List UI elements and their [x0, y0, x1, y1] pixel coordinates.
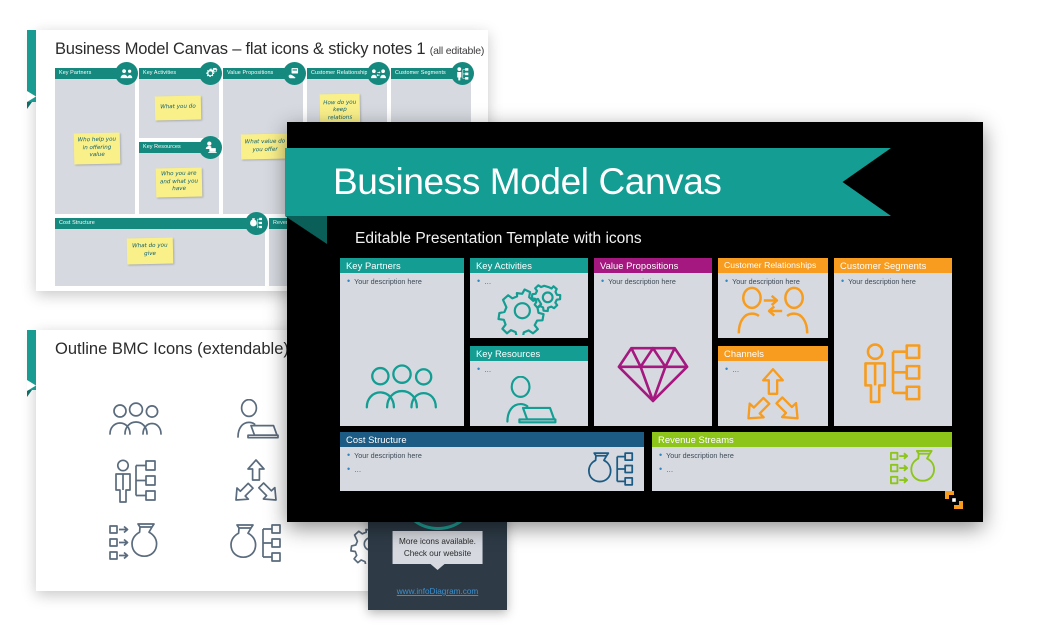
card-value-propositions[interactable]: Value Propositions • Your description her…: [594, 258, 712, 426]
person-org-icon: [834, 342, 952, 404]
more-icons-tooltip: More icons available. Check our website: [392, 531, 483, 564]
card-header: Revenue Streams: [652, 432, 952, 447]
bullet-item: • Your description here: [841, 277, 947, 287]
money-bag-org-icon: [245, 212, 268, 235]
banner-fold-shadow: [285, 216, 327, 244]
diamond-icon: [594, 342, 712, 404]
bullet-dot: •: [841, 276, 845, 286]
group-people-icon: [340, 364, 464, 410]
card-bullets: • Your description here: [601, 277, 707, 291]
card-header: Value Propositions: [594, 258, 712, 273]
bmc-dark-grid: Key Partners • Your description here Key …: [340, 258, 972, 491]
card-customer-relationships[interactable]: Customer Relationships • Your description…: [718, 258, 828, 338]
dark-slide-subtitle: Editable Presentation Template with icon…: [355, 230, 642, 247]
card-header: Customer Relationships: [718, 258, 828, 273]
bullet-item: • Your description here: [347, 277, 459, 287]
presentation-canvas: Business Model Canvas – flat icons & sti…: [0, 0, 1041, 631]
dark-slide-title: Business Model Canvas: [333, 161, 722, 202]
bullet-text: Your description here: [848, 277, 916, 286]
bullet-item: •…: [477, 365, 583, 375]
bullet-text: …: [354, 465, 362, 474]
slide-dark-bmc[interactable]: Business Model Canvas Editable Presentat…: [285, 122, 983, 522]
title-banner: Business Model Canvas: [285, 148, 891, 216]
tooltip-line-1: More icons available.: [399, 537, 476, 546]
money-flow-icon: [890, 450, 940, 487]
bullet-text: …: [666, 465, 674, 474]
bullet-text: Your description here: [354, 277, 422, 286]
sticky-note[interactable]: What you do: [154, 95, 202, 121]
card-header: Customer Segments: [834, 258, 952, 273]
card-bullets: • Your description here: [347, 277, 459, 291]
bullet-dot: •: [659, 450, 663, 460]
bullet-text: Your description here: [354, 451, 422, 460]
card-header: Cost Structure: [340, 432, 644, 447]
bullet-dot: •: [659, 464, 663, 474]
group-people-icon: [115, 62, 138, 85]
bullet-dot: •: [347, 276, 351, 286]
bullet-dot: •: [601, 276, 605, 286]
bullet-dot: •: [347, 464, 351, 474]
website-link[interactable]: www.infoDiagram.com: [368, 587, 507, 596]
bmc-box-label: Cost Structure: [55, 218, 265, 229]
card-customer-segments[interactable]: Customer Segments • Your description here: [834, 258, 952, 426]
card-header: Key Activities: [470, 258, 588, 273]
bullet-text: Your description here: [666, 451, 734, 460]
slide-flat-title-text: Business Model Canvas – flat icons & sti…: [55, 40, 426, 58]
card-cost-structure[interactable]: Cost Structure • Your description here •…: [340, 432, 644, 491]
tooltip-line-2: Check our website: [403, 548, 472, 558]
card-key-partners[interactable]: Key Partners • Your description here: [340, 258, 464, 426]
person-laptop-icon: [199, 136, 222, 159]
sticky-note[interactable]: Who help you in offering value: [73, 132, 121, 165]
gears-icon: [470, 284, 588, 335]
card-header: Channels: [718, 346, 828, 361]
two-people-arrows-icon: [718, 286, 828, 336]
sticky-note[interactable]: What do you give: [126, 237, 174, 265]
money-flow-icon: [76, 512, 196, 574]
slide-ribbon-accent: [27, 30, 36, 109]
slide-flat-title: Business Model Canvas – flat icons & sti…: [55, 40, 484, 59]
card-header: Key Resources: [470, 346, 588, 361]
bullet-text: Your description here: [608, 277, 676, 286]
bullet-dot: •: [477, 364, 481, 374]
bullet-text: …: [484, 365, 492, 374]
gears-icon: [199, 62, 222, 85]
two-people-arrows-icon: [367, 62, 390, 85]
card-revenue-streams[interactable]: Revenue Streams • Your description here •…: [652, 432, 952, 491]
hand-gift-icon: [283, 62, 306, 85]
person-org-icon: [76, 450, 196, 512]
card-key-activities[interactable]: Key Activities •…: [470, 258, 588, 338]
slide-flat-title-suffix: (all editable): [429, 45, 485, 57]
slide-outline-title: Outline BMC Icons (extendable): [55, 340, 289, 358]
bullet-dot: •: [725, 276, 729, 286]
card-key-resources[interactable]: Key Resources •…: [470, 346, 588, 426]
sticky-note[interactable]: Who you are and what you have: [155, 167, 203, 198]
sticky-note[interactable]: What value do you offer: [240, 133, 290, 160]
card-channels[interactable]: Channels •…: [718, 346, 828, 426]
person-org-icon: [451, 62, 474, 85]
card-header: Key Partners: [340, 258, 464, 273]
money-bag-org-icon: [588, 449, 634, 489]
card-bullets: • Your description here: [841, 277, 947, 291]
three-arrows-icon: [718, 368, 828, 422]
bullet-item: • Your description here: [601, 277, 707, 287]
infodiagram-bracket-logo: [943, 490, 965, 510]
bullet-dot: •: [347, 450, 351, 460]
group-people-icon: [76, 388, 196, 450]
person-laptop-icon: [470, 376, 588, 424]
